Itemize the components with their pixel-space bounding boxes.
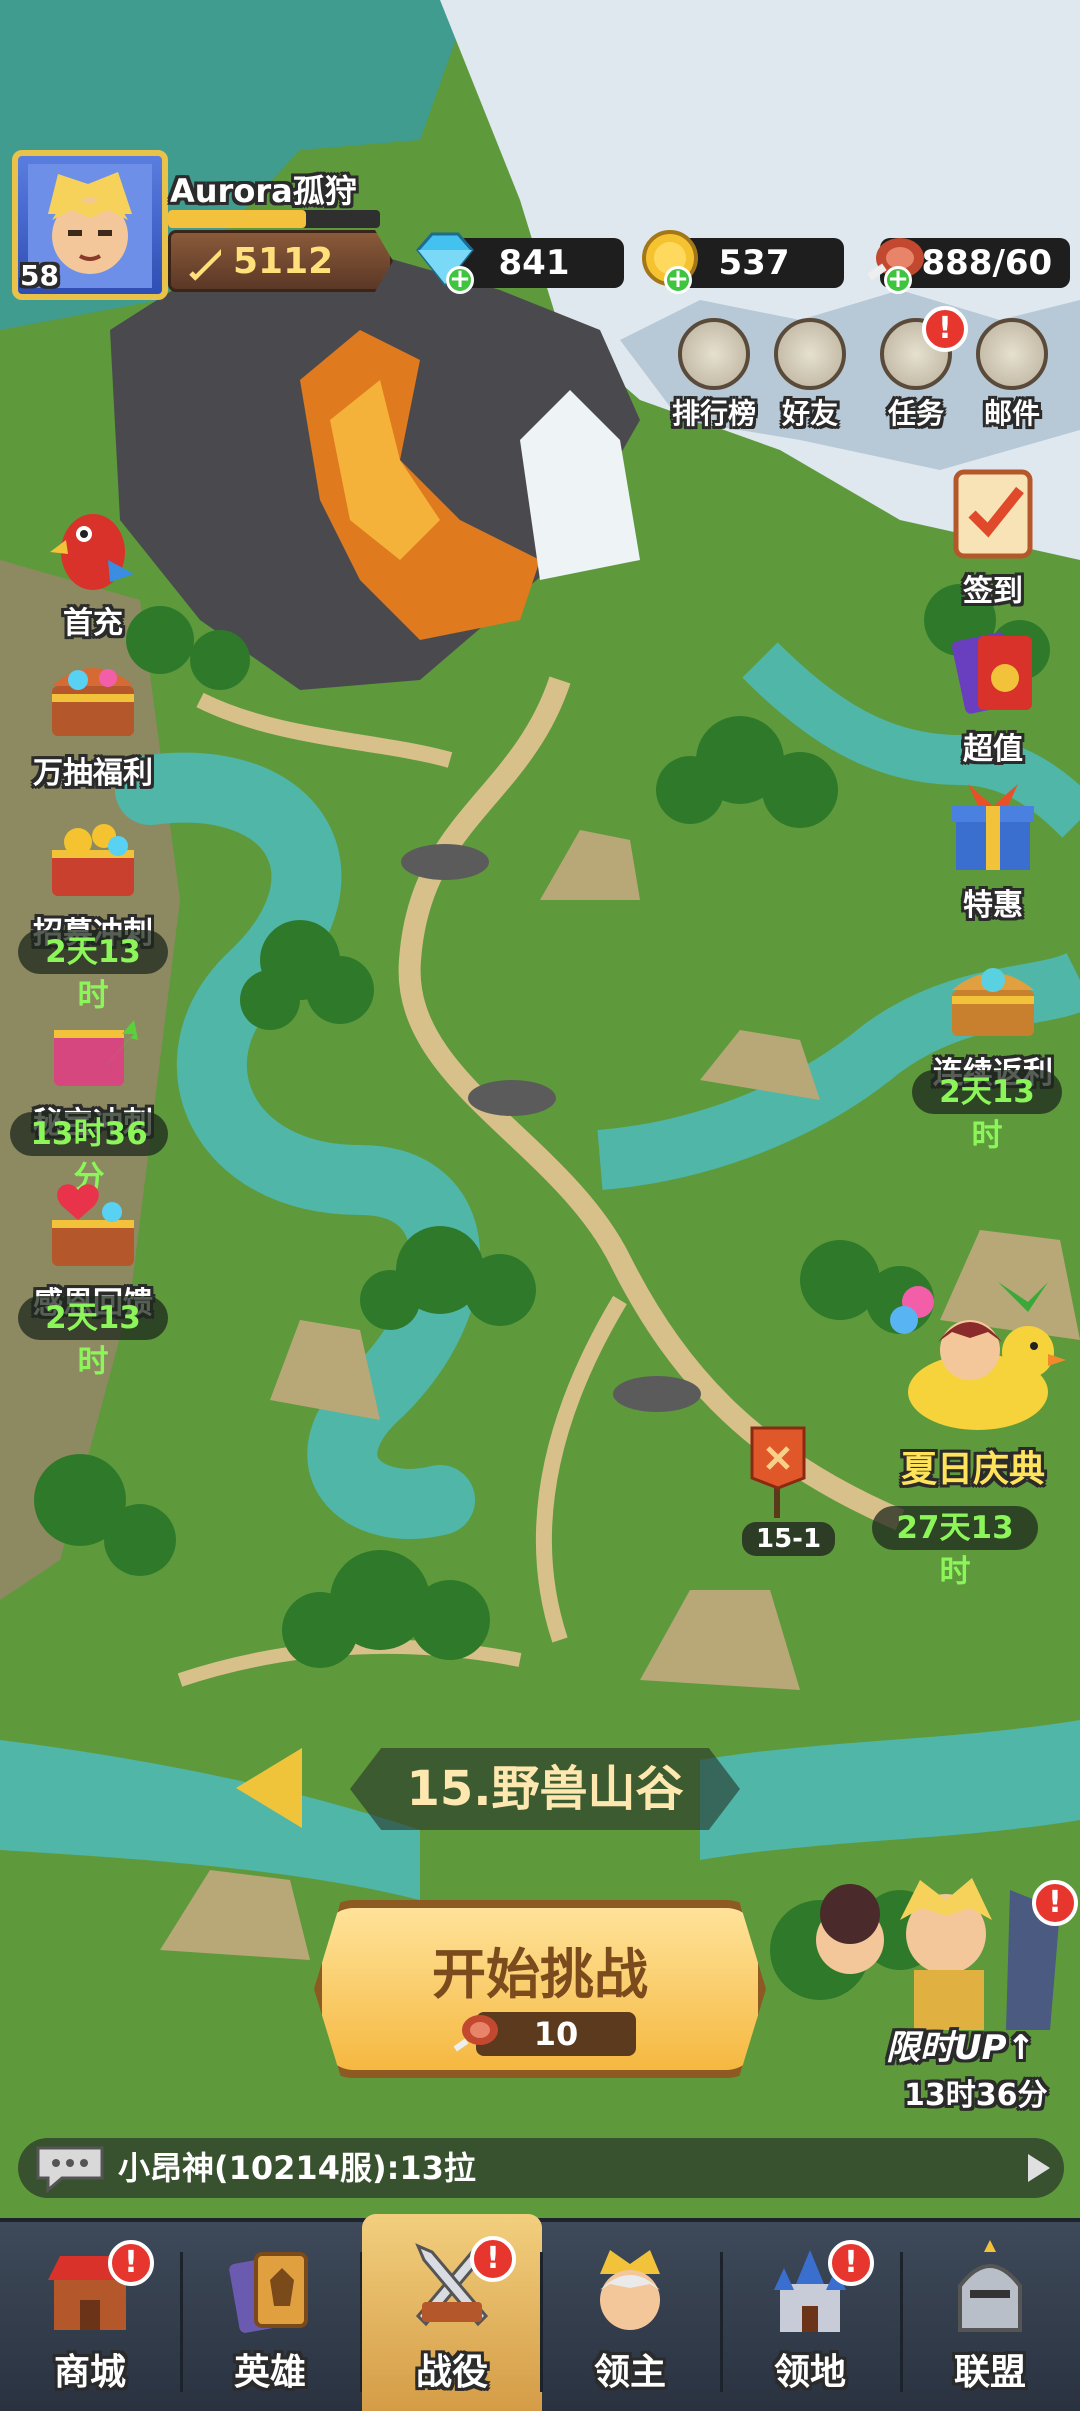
nav-lord[interactable]: 领主: [540, 2222, 720, 2411]
gold-value: 537: [718, 243, 790, 283]
nav-shop[interactable]: 商城: [0, 2222, 180, 2411]
add-stamina-button[interactable]: +: [884, 266, 912, 294]
chat-bubble-icon: [36, 2146, 104, 2194]
summer-festival-event[interactable]: 夏日庆典: [868, 1262, 1078, 1492]
player-name: Aurora孤狩: [170, 172, 357, 210]
limited-up-banner[interactable]: 限时UP↑: [810, 1870, 1070, 2070]
value-pack-label: 超值: [963, 732, 1023, 767]
meat-icon: [453, 2015, 498, 2052]
previous-chapter-arrow[interactable]: [236, 1748, 302, 1828]
heart-chest-icon: [52, 1184, 134, 1266]
chat-expand-icon[interactable]: [1028, 2154, 1050, 2182]
check-in-label: 签到: [963, 574, 1023, 609]
player-avatar[interactable]: 58: [12, 150, 168, 300]
mega-draw-event[interactable]: 万抽福利: [8, 640, 178, 792]
value-cards-icon: [952, 632, 1032, 714]
special-offer-label: 特惠: [963, 888, 1023, 923]
continuous-rebate-timer: 2天13时: [912, 1070, 1062, 1154]
first-recharge-event[interactable]: 首充: [8, 490, 178, 642]
mail-label: 邮件: [983, 397, 1040, 430]
summer-festival-label: 夏日庆典: [900, 1449, 1045, 1490]
nav-alliance-label: 联盟: [953, 2352, 1026, 2393]
first-recharge-label: 首充: [63, 606, 123, 641]
ranking-button[interactable]: 排行榜: [664, 318, 764, 432]
exp-fill: [168, 210, 306, 228]
exp-bar: [168, 210, 380, 228]
nav-heroes-label: 英雄: [233, 2352, 306, 2393]
gift-box-icon: [952, 784, 1034, 870]
nav-shop-label: 商城: [53, 2352, 126, 2393]
mega-draw-label: 万抽福利: [33, 756, 153, 791]
checkin-icon: [953, 469, 1033, 559]
sword-icon: [189, 249, 221, 281]
lord-crown-icon: [600, 2250, 660, 2330]
friends-button[interactable]: 好友: [760, 318, 860, 432]
nav-alliance[interactable]: 联盟: [900, 2222, 1080, 2411]
combat-power: 5112: [168, 230, 393, 292]
rebate-chest-icon: [952, 968, 1034, 1036]
treasure-chest-icon: [52, 668, 134, 736]
mail-icon: [976, 318, 1048, 390]
nav-campaign[interactable]: 战役: [362, 2214, 542, 2411]
check-in-event[interactable]: 签到: [908, 458, 1078, 610]
territory-alert-badge: !: [828, 2240, 874, 2286]
stage-flag-icon[interactable]: [748, 1418, 808, 1518]
mail-button[interactable]: 邮件: [962, 318, 1062, 432]
heroes-banner-icon: [816, 1878, 1060, 2030]
summer-festival-timer: 27天13时: [872, 1506, 1038, 1590]
nav-lord-label: 领主: [593, 2352, 666, 2393]
campaign-alert-badge: !: [470, 2236, 516, 2282]
nav-heroes[interactable]: 英雄: [180, 2222, 360, 2411]
chapter-name-plate: 15.野兽山谷: [350, 1748, 740, 1830]
limited-up-alert-badge: !: [1032, 1880, 1078, 1926]
nav-territory[interactable]: 领地: [720, 2222, 900, 2411]
player-level: 58: [20, 259, 59, 292]
friends-icon: [774, 318, 846, 390]
add-gold-button[interactable]: +: [664, 266, 692, 294]
podium-icon: [678, 318, 750, 390]
treasure-arrow-icon: [54, 1020, 138, 1086]
chat-message: 小昂神(10214服):13拉: [118, 2149, 476, 2187]
limited-up-timer: 13时36分: [904, 2078, 1048, 2113]
rubber-duck-girl-icon: [890, 1282, 1066, 1430]
parrot-icon: [50, 514, 134, 590]
knight-helmet-icon: [958, 2240, 1022, 2332]
nav-campaign-label: 战役: [415, 2352, 488, 2393]
chapter-name: 15.野兽山谷: [406, 1761, 684, 1817]
add-diamond-button[interactable]: +: [446, 266, 474, 294]
quest-label: 任务: [887, 397, 944, 430]
bottom-navigation: 商城 ! 英雄 战役 ! 领主 领地 ! 联盟: [0, 2214, 1080, 2411]
gratitude-timer: 2天13时: [18, 1296, 168, 1380]
shop-alert-badge: !: [108, 2240, 154, 2286]
recruit-sprint-timer: 2天13时: [18, 930, 168, 1014]
start-challenge-button[interactable]: 开始挑战 10: [314, 1900, 766, 2078]
nav-territory-label: 领地: [773, 2352, 846, 2393]
friends-label: 好友: [781, 397, 838, 430]
special-offer-event[interactable]: 特惠: [908, 772, 1078, 924]
hero-cards-icon: [229, 2252, 308, 2333]
start-challenge-label: 开始挑战: [432, 1943, 648, 2006]
treasure-sprint-timer: 13时36分: [10, 1112, 168, 1196]
diamond-value: 841: [498, 243, 570, 283]
limited-up-label: 限时UP↑: [886, 2028, 1036, 2068]
stage-code: 15-1: [742, 1522, 836, 1556]
value-pack-event[interactable]: 超值: [908, 616, 1078, 768]
combat-power-value: 5112: [233, 241, 334, 282]
ranking-label: 排行榜: [671, 397, 756, 430]
gold-chest-icon: [52, 824, 134, 896]
stamina-cost-value: 10: [533, 2015, 579, 2053]
chat-bar[interactable]: 小昂神(10214服):13拉: [18, 2138, 1064, 2198]
